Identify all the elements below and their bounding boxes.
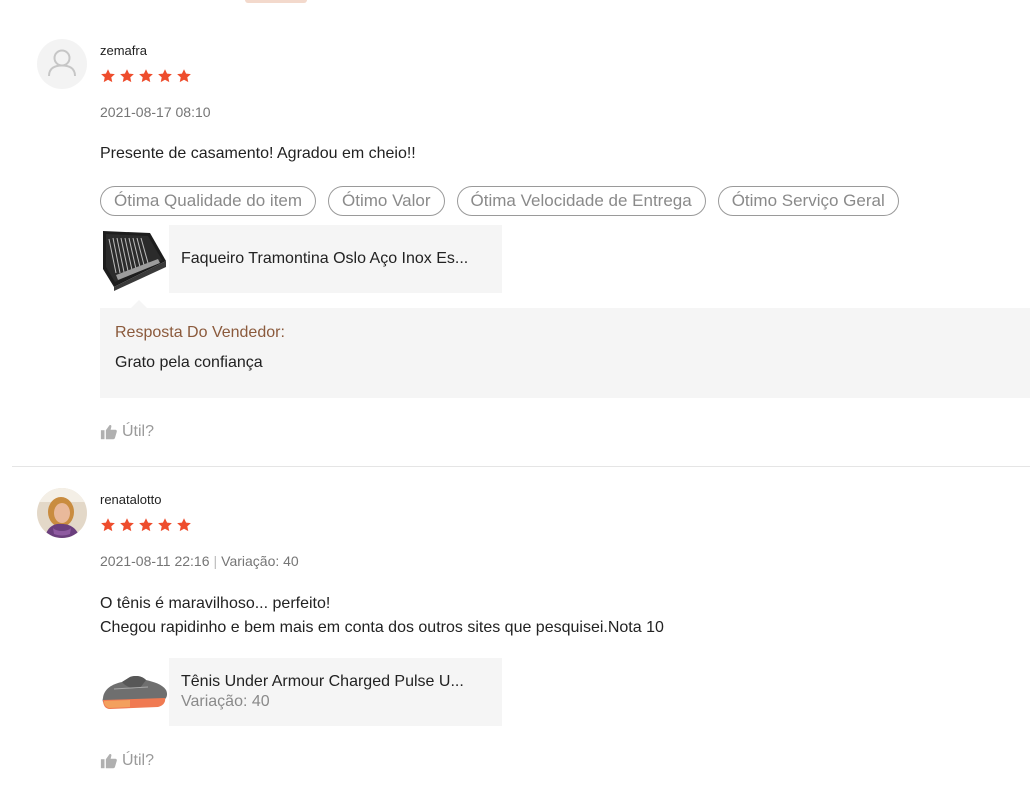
star-icon bbox=[158, 69, 172, 83]
comment-line: Chegou rapidinho e bem mais em conta dos… bbox=[100, 619, 664, 636]
comment-line: Presente de casamento! Agradou em cheio!… bbox=[100, 145, 416, 162]
review-tags: Ótima Qualidade do item Ótimo Valor Ótim… bbox=[100, 186, 899, 216]
meta-separator: | bbox=[213, 553, 218, 569]
product-name[interactable]: Tênis Under Armour Charged Pulse U... bbox=[181, 673, 490, 691]
product-variation: Variação: 40 bbox=[181, 693, 270, 710]
thumbs-up-icon bbox=[100, 754, 117, 769]
product-info[interactable]: Faqueiro Tramontina Oslo Aço Inox Es... bbox=[169, 225, 502, 293]
seller-reply-title: Resposta Do Vendedor: bbox=[115, 324, 285, 341]
product-name[interactable]: Faqueiro Tramontina Oslo Aço Inox Es... bbox=[181, 250, 490, 268]
user-silhouette-icon bbox=[48, 49, 76, 77]
sneaker-thumbnail[interactable] bbox=[100, 658, 169, 726]
reply-pointer bbox=[131, 300, 147, 308]
star-icon bbox=[139, 69, 153, 83]
tag-quality: Ótima Qualidade do item bbox=[100, 186, 317, 216]
thumbs-up-icon bbox=[100, 425, 117, 440]
previous-review-edge bbox=[245, 0, 307, 3]
avatar[interactable] bbox=[37, 488, 87, 538]
review-comment: Presente de casamento! Agradou em cheio!… bbox=[100, 142, 416, 166]
review-date: 2021-08-17 08:10 bbox=[100, 104, 211, 120]
reviewer-username[interactable]: zemafra bbox=[100, 43, 147, 58]
product-card[interactable]: Faqueiro Tramontina Oslo Aço Inox Es... bbox=[100, 225, 502, 293]
review-meta: 2021-08-11 22:16 | Variação: 40 bbox=[100, 553, 299, 569]
avatar[interactable] bbox=[37, 39, 87, 89]
comment-line: O tênis é maravilhoso... perfeito! bbox=[100, 595, 331, 612]
review-variation: Variação: 40 bbox=[221, 553, 299, 569]
review-date: 2021-08-11 22:16 bbox=[100, 553, 210, 569]
star-icon bbox=[139, 518, 153, 532]
star-icon bbox=[120, 69, 134, 83]
user-photo bbox=[37, 488, 87, 538]
seller-reply-text: Grato pela confiança bbox=[115, 354, 263, 371]
helpful-button[interactable]: Útil? bbox=[100, 752, 154, 770]
tag-delivery-speed: Ótima Velocidade de Entrega bbox=[456, 186, 706, 216]
product-info[interactable]: Tênis Under Armour Charged Pulse U... Va… bbox=[169, 658, 502, 726]
product-card[interactable]: Tênis Under Armour Charged Pulse U... Va… bbox=[100, 658, 502, 726]
cutlery-set-thumbnail[interactable] bbox=[100, 225, 169, 293]
seller-reply: Resposta Do Vendedor: Grato pela confian… bbox=[100, 308, 1030, 398]
review-divider bbox=[12, 466, 1030, 467]
helpful-label: Útil? bbox=[122, 752, 155, 769]
star-rating bbox=[100, 517, 192, 533]
review-meta: 2021-08-17 08:10 bbox=[100, 104, 211, 120]
star-icon bbox=[177, 518, 191, 532]
star-rating bbox=[100, 68, 192, 84]
star-icon bbox=[158, 518, 172, 532]
star-icon bbox=[101, 518, 115, 532]
helpful-button[interactable]: Útil? bbox=[100, 423, 154, 441]
helpful-label: Útil? bbox=[122, 423, 155, 440]
star-icon bbox=[120, 518, 134, 532]
reviewer-username[interactable]: renatalotto bbox=[100, 492, 161, 507]
star-icon bbox=[101, 69, 115, 83]
tag-value: Ótimo Valor bbox=[328, 186, 445, 216]
star-icon bbox=[177, 69, 191, 83]
review-comment: O tênis é maravilhoso... perfeito! Chego… bbox=[100, 592, 664, 640]
tag-service: Ótimo Serviço Geral bbox=[717, 186, 899, 216]
